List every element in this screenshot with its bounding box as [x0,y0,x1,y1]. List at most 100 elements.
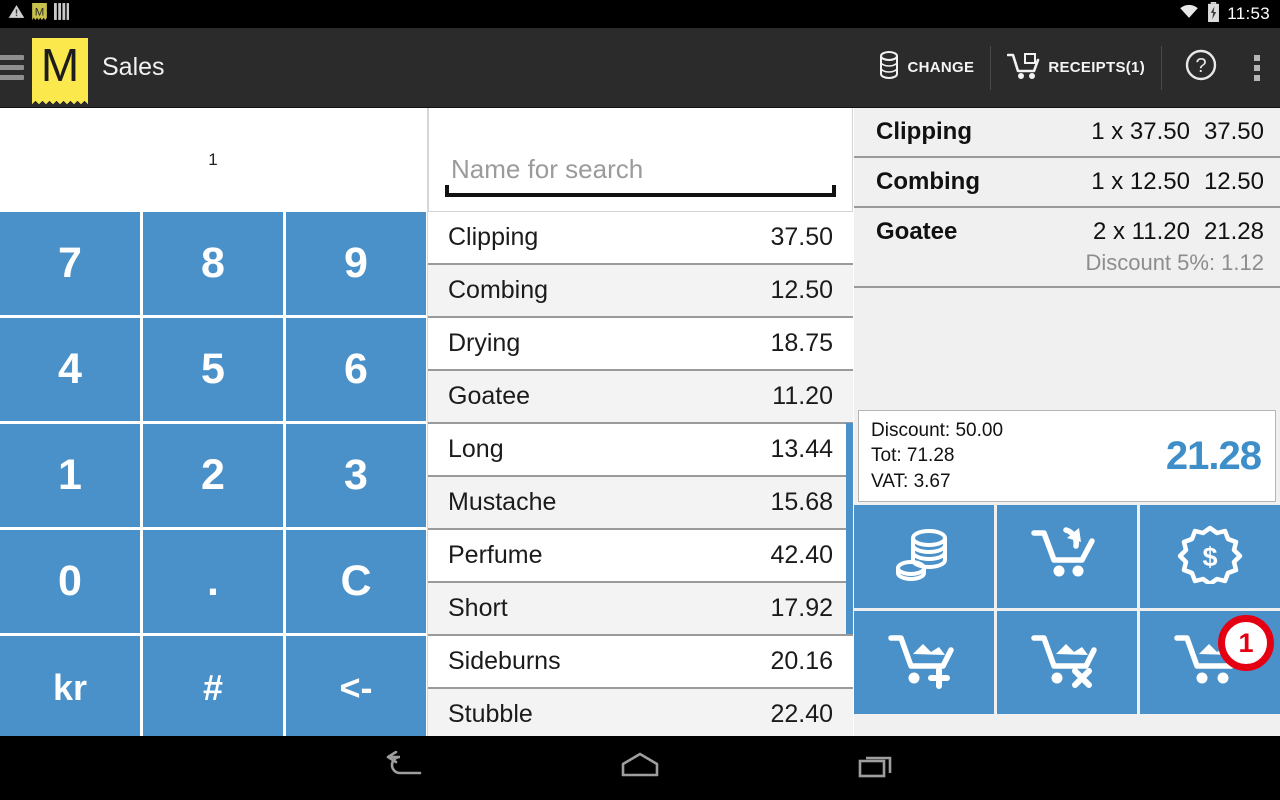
android-status-bar: M 11:53 [0,0,1280,28]
cart-row[interactable]: Clipping 1 x 37.50 37.50 [854,108,1280,158]
keypad-key-6[interactable]: 6 [286,318,426,421]
parked-carts-badge: 1 [1218,615,1274,671]
product-price: 42.40 [770,541,833,569]
product-row[interactable]: Goatee 11.20 [428,371,853,424]
parked-carts-button[interactable]: 1 [1140,611,1280,714]
keypad-key-9[interactable]: 9 [286,212,426,315]
cart-item-discount: Discount 5%: 1.12 [1085,250,1264,275]
keypad-key-currency[interactable]: kr [0,636,140,739]
keypad-key-8[interactable]: 8 [143,212,283,315]
price-discount-button[interactable]: $ [1140,505,1280,608]
cart-receipt-icon [1007,51,1041,85]
home-icon[interactable] [619,751,661,786]
cart-item-name: Combing [876,168,980,195]
product-row[interactable]: Stubble 22.40 [428,689,853,736]
keypad-key-backspace[interactable]: <- [286,636,426,739]
warning-triangle-icon [8,3,25,25]
keypad-grid: 7 8 9 4 5 6 1 2 3 0 . C kr # <- [0,212,426,739]
cart-totals-box: Discount: 50.00 Tot: 71.28 VAT: 3.67 21.… [858,410,1276,502]
cart-item-amount: 37.50 [1203,118,1264,145]
coins-stack-icon [887,524,961,589]
status-bar-system-icons: 11:53 [1178,1,1280,27]
keypad-key-hash[interactable]: # [143,636,283,739]
help-button[interactable]: ? [1162,42,1240,94]
product-price: 15.68 [770,488,833,516]
android-navigation-bar [0,736,1280,800]
cart-row[interactable]: Goatee 2 x 11.20 21.28 Discount 5%: 1.12 [854,208,1280,288]
refund-button[interactable] [997,505,1137,608]
svg-text:M: M [35,6,45,18]
coins-icon [877,50,901,85]
cart-item-qty: 1 x 12.50 [1091,168,1190,195]
hamburger-menu-icon[interactable] [0,55,24,80]
product-name: Short [448,594,508,622]
product-name: Clipping [448,223,539,251]
keypad-key-4[interactable]: 4 [0,318,140,421]
product-list[interactable]: Clipping 37.50 Combing 12.50 Drying 18.7… [428,212,853,736]
svg-text:?: ? [1195,55,1206,77]
product-name: Perfume [448,541,543,569]
product-name: Combing [448,276,549,304]
cart-item-amount: 21.28 [1203,218,1264,245]
keypad-key-2[interactable]: 2 [143,424,283,527]
receipts-button[interactable]: RECEIPTS(1) [991,42,1161,94]
product-price: 11.20 [772,382,833,410]
product-name: Sideburns [448,647,561,675]
product-row[interactable]: Combing 12.50 [428,265,853,318]
product-list-panel: Name for search Clipping 37.50 Combing 1… [427,108,853,736]
cart-item-qty-price: 1 x 37.50 37.50 [1091,118,1264,145]
keypad-key-clear[interactable]: C [286,530,426,633]
cart-item-name: Clipping [876,118,972,145]
product-row[interactable]: Long 13.44 [428,424,853,477]
status-bar-notification-icons: M [0,2,69,26]
product-row[interactable]: Sideburns 20.16 [428,636,853,689]
change-button[interactable]: CHANGE [861,42,991,94]
keypad-key-decimal[interactable]: . [143,530,283,633]
product-name: Stubble [448,700,533,728]
product-price: 22.40 [770,700,833,728]
product-list-scrollbar[interactable] [846,423,853,634]
product-name: Mustache [448,488,557,516]
product-price: 37.50 [770,223,833,251]
clear-cart-button[interactable] [997,611,1137,714]
keypad-key-7[interactable]: 7 [0,212,140,315]
cart-item-qty: 1 x 37.50 [1091,118,1190,145]
cart-remove-icon [1030,630,1104,695]
search-field-container[interactable]: Name for search [428,108,853,212]
back-icon[interactable] [384,750,424,786]
pos-app-screen: M 1 1:53 M Sales CHANGE RECEIPTS(1) ? 1 7… [0,0,1280,800]
numeric-keypad-panel: 1 7 8 9 4 5 6 1 2 3 0 . C kr # <- [0,108,426,739]
cash-payment-button[interactable] [854,505,994,608]
product-row[interactable]: Clipping 37.50 [428,212,853,265]
product-row[interactable]: Drying 18.75 [428,318,853,371]
page-title: Sales [102,53,165,81]
app-logo[interactable]: M [32,37,88,104]
product-row[interactable]: Perfume 42.40 [428,530,853,583]
product-name: Drying [448,329,521,357]
search-underline [445,185,836,197]
grand-total: 21.28 [1165,433,1262,478]
recents-icon[interactable] [856,751,896,786]
product-row[interactable]: Mustache 15.68 [428,477,853,530]
save-cart-button[interactable] [854,611,994,714]
keypad-display: 1 [0,108,426,212]
product-price: 20.16 [770,647,833,675]
keypad-key-1[interactable]: 1 [0,424,140,527]
overflow-menu-icon[interactable] [1240,54,1280,81]
product-row[interactable]: Short 17.92 [428,583,853,636]
cart-item-amount: 12.50 [1203,168,1264,195]
totals-discount: Discount: 50.00 [871,420,1004,442]
app-logo-zigzag [32,96,88,104]
cart-item-qty-price: 2 x 11.20 21.28 [1093,218,1264,245]
keypad-key-3[interactable]: 3 [286,424,426,527]
cart-empty-space [854,288,1280,408]
help-circle-icon: ? [1182,46,1220,89]
cart-item-name: Goatee [876,218,958,245]
keypad-key-5[interactable]: 5 [143,318,283,421]
product-name: Goatee [448,382,531,410]
cart-line-list: Clipping 1 x 37.50 37.50 Combing 1 x 12.5… [854,108,1280,408]
keypad-key-0[interactable]: 0 [0,530,140,633]
battery-charging-icon [1207,1,1220,27]
cart-panel: Clipping 1 x 37.50 37.50 Combing 1 x 12.5… [854,108,1280,736]
cart-row[interactable]: Combing 1 x 12.50 12.50 [854,158,1280,208]
